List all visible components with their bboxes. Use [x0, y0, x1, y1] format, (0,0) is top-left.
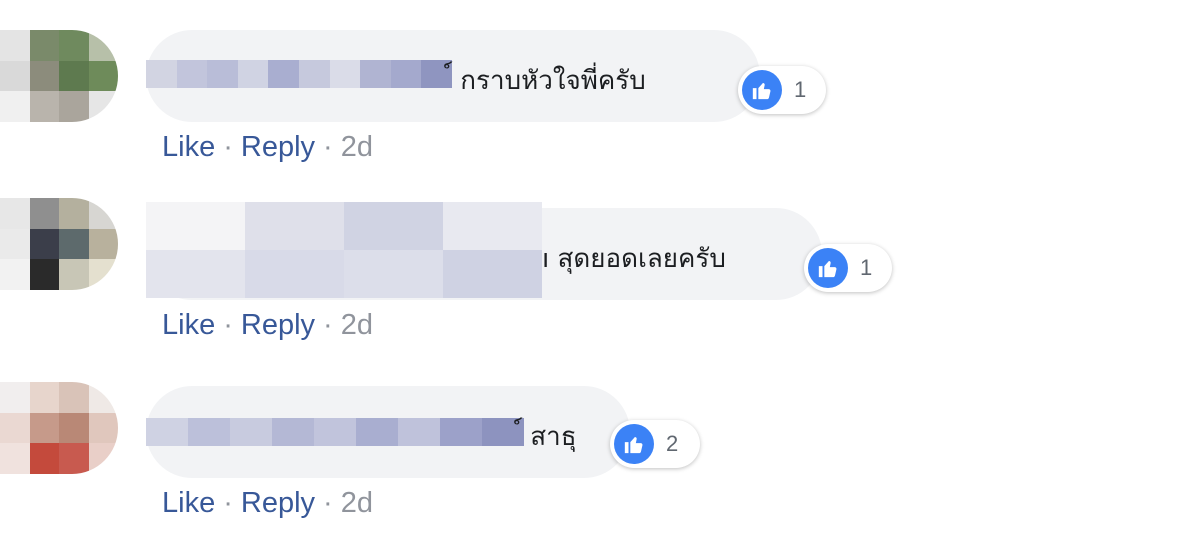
reaction-count: 1	[860, 255, 873, 280]
reaction-badge[interactable]: 1	[738, 66, 826, 114]
separator: ·	[223, 131, 233, 163]
author-name-blurred[interactable]	[146, 202, 542, 298]
reply-link[interactable]: Reply	[241, 487, 315, 519]
comment-item: ı สุดยอดเลยครับ 1 Like · Reply · 2d	[0, 178, 1200, 348]
separator: ·	[223, 309, 233, 341]
comment-text: ı สุดยอดเลยครับ	[542, 244, 726, 274]
reaction-badge[interactable]: 1	[804, 244, 892, 292]
timestamp[interactable]: 2d	[341, 487, 373, 519]
reaction-badge[interactable]: 2	[610, 420, 700, 468]
thumbs-up-icon	[614, 424, 654, 464]
comment-actions: Like · Reply · 2d	[162, 131, 373, 164]
like-link[interactable]: Like	[162, 131, 215, 163]
like-link[interactable]: Like	[162, 309, 215, 341]
author-name-blurred[interactable]	[146, 418, 524, 446]
timestamp[interactable]: 2d	[341, 131, 373, 163]
comment-text: ์ กราบหัวใจพี่ครับ	[452, 66, 646, 96]
reaction-count: 2	[666, 431, 679, 456]
reaction-count: 1	[794, 77, 807, 102]
reply-link[interactable]: Reply	[241, 131, 315, 163]
author-name-blurred[interactable]	[146, 60, 452, 88]
timestamp[interactable]: 2d	[341, 309, 373, 341]
comment-item: ์ สาธุ 2 Like · Reply · 2d	[0, 356, 1200, 526]
like-link[interactable]: Like	[162, 487, 215, 519]
comment-actions: Like · Reply · 2d	[162, 309, 373, 342]
thumbs-up-icon	[808, 248, 848, 288]
avatar[interactable]	[0, 198, 118, 290]
thumbs-up-icon	[742, 70, 782, 110]
comment-actions: Like · Reply · 2d	[162, 487, 373, 520]
separator: ·	[323, 487, 333, 519]
comment-item: ์ กราบหัวใจพี่ครับ 1 Like · Reply · 2d	[0, 0, 1200, 170]
avatar[interactable]	[0, 382, 118, 474]
separator: ·	[323, 131, 333, 163]
separator: ·	[223, 487, 233, 519]
comment-text: ์ สาธุ	[522, 422, 577, 452]
avatar[interactable]	[0, 30, 118, 122]
separator: ·	[323, 309, 333, 341]
reply-link[interactable]: Reply	[241, 309, 315, 341]
